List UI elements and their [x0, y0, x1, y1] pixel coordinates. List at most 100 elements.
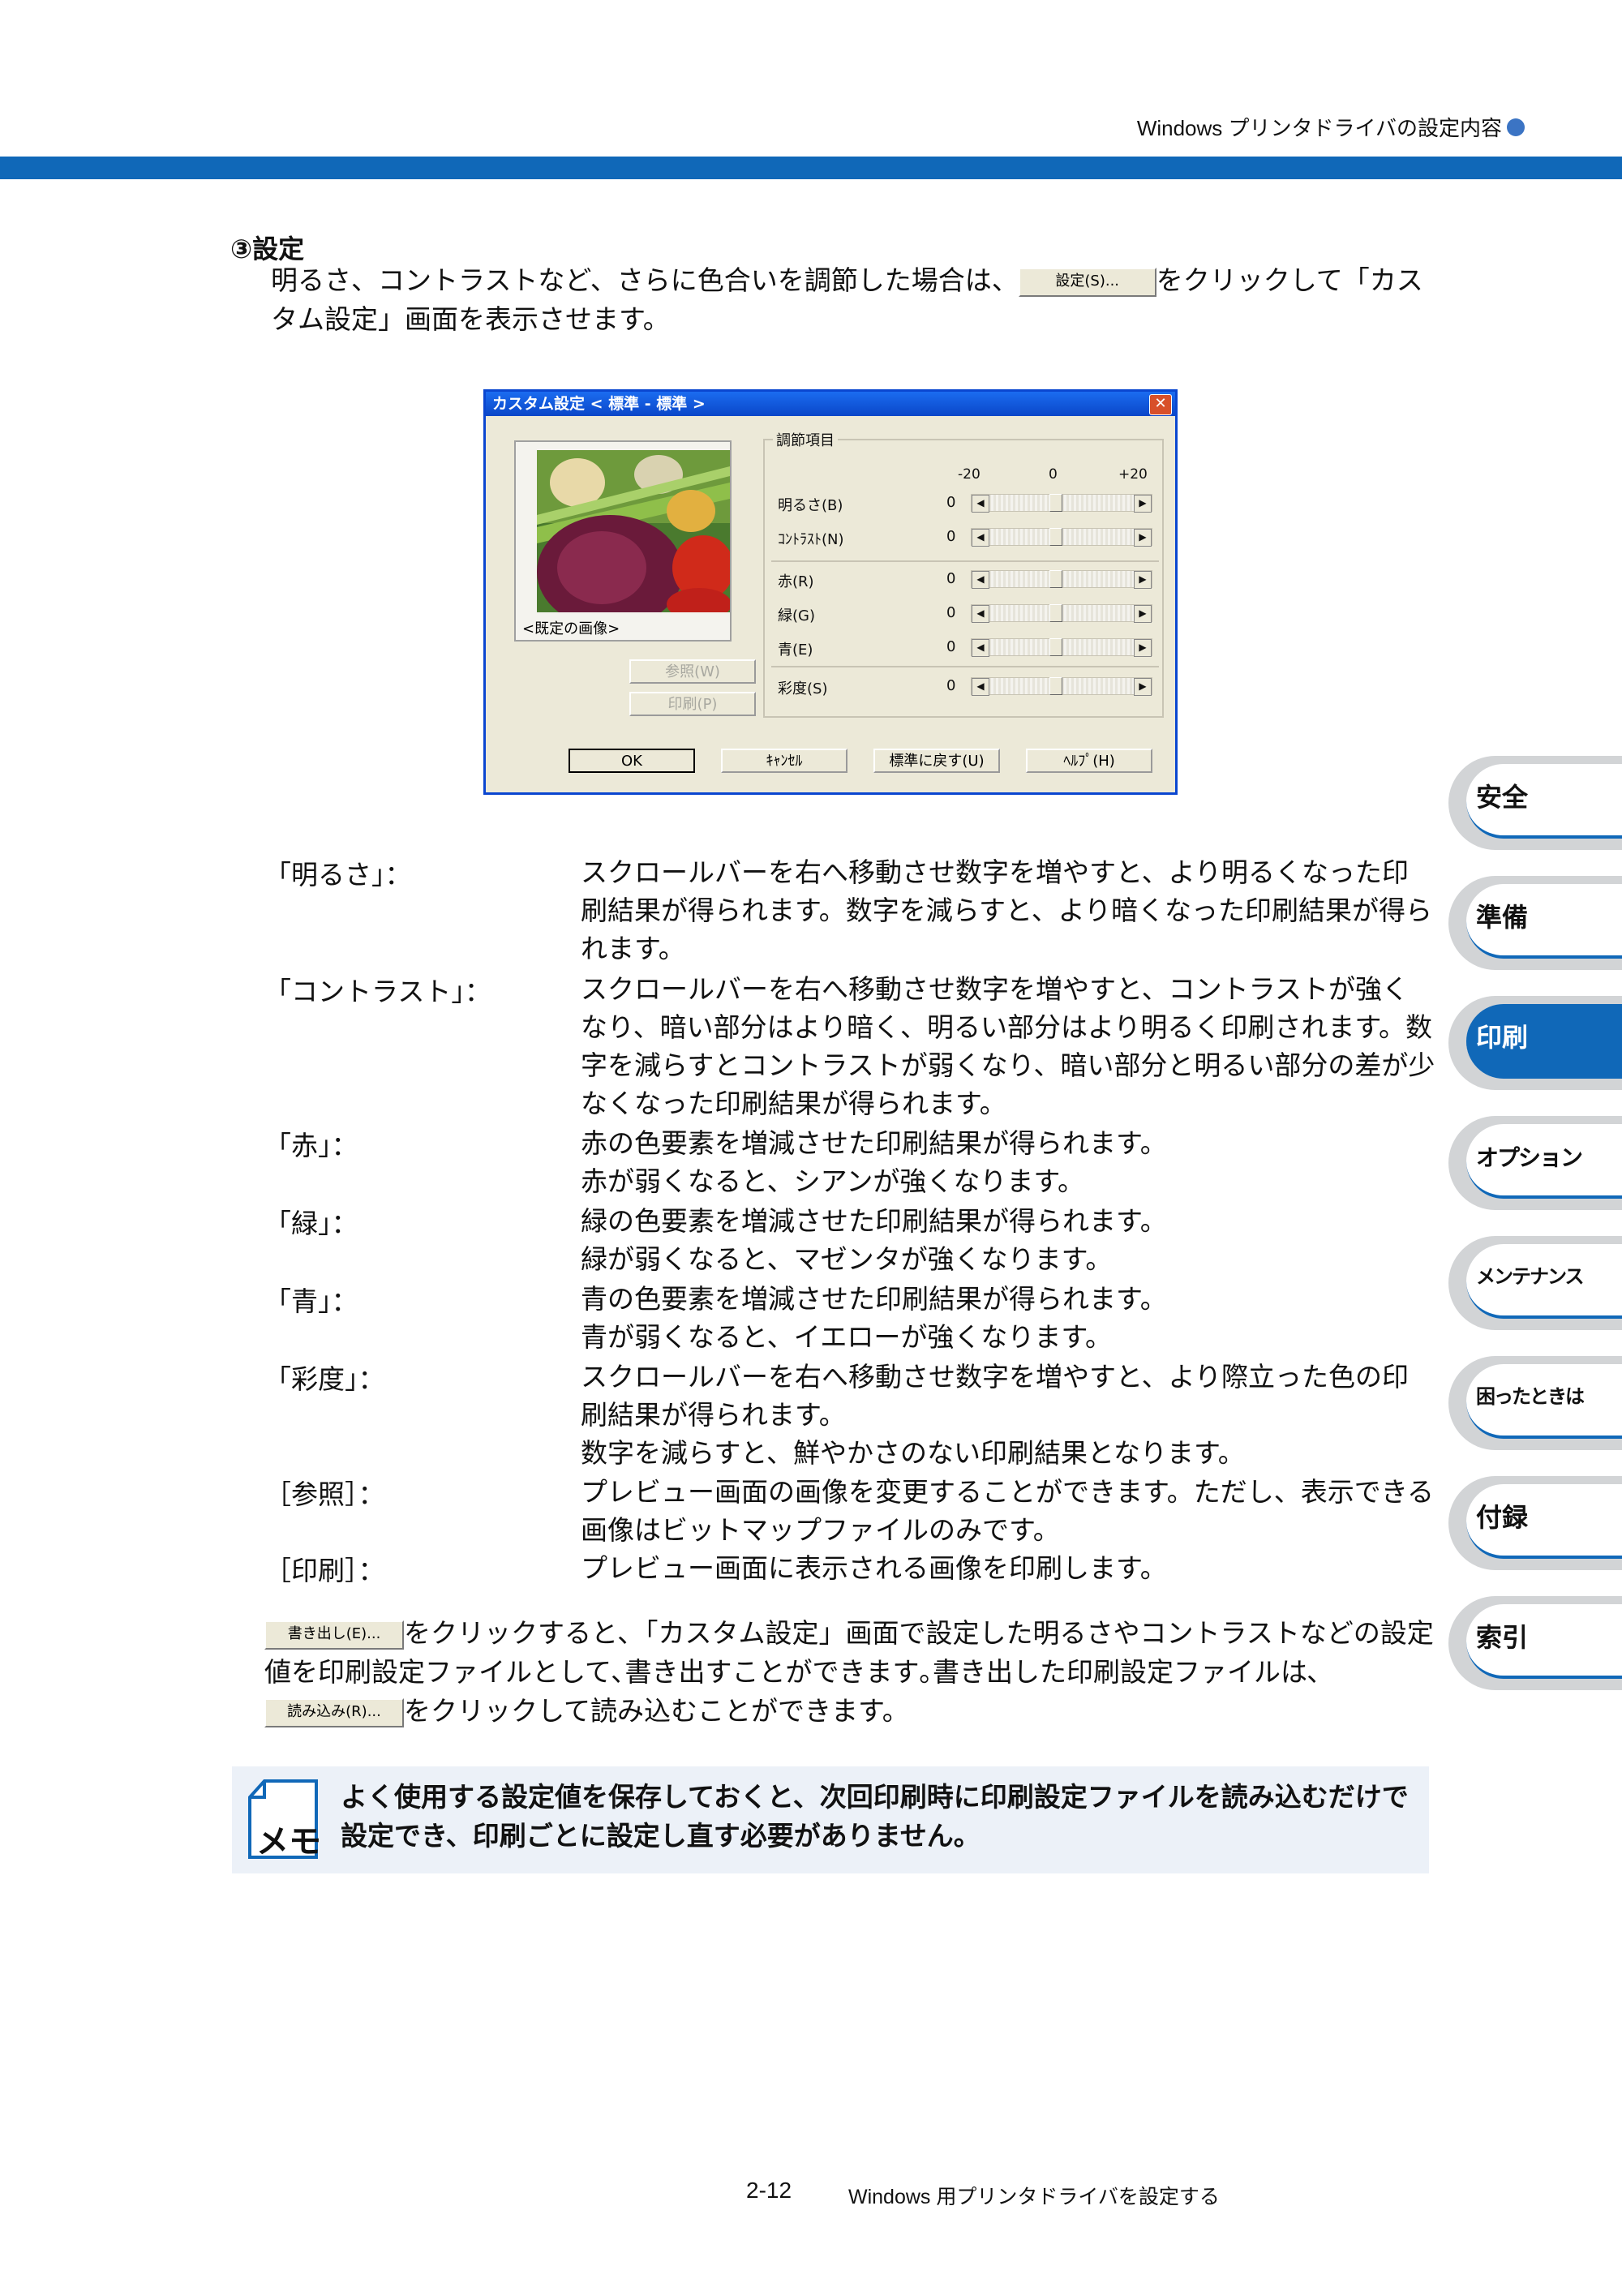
tab-appendix[interactable]: 付録: [1448, 1476, 1622, 1570]
running-header: Windows プリンタドライバの設定内容: [1137, 112, 1525, 142]
adjustment-group: 調節項目 -20 0 +20 明るさ(B) 0 ◀ ▶ ｺﾝﾄﾗｽﾄ(N) 0 …: [763, 429, 1164, 718]
header-bar: [0, 157, 1622, 179]
scroll-track[interactable]: ◀ ▶: [971, 677, 1152, 696]
term-red: 「赤」：: [264, 1130, 358, 1161]
scroll-track[interactable]: ◀ ▶: [971, 604, 1152, 623]
arrow-right-icon[interactable]: ▶: [1134, 639, 1152, 657]
group-label: 調節項目: [773, 429, 838, 450]
preview-image: [537, 450, 730, 612]
scroll-thumb[interactable]: [1049, 570, 1062, 588]
ok-button[interactable]: OK: [569, 749, 695, 773]
intro-text-before: 明るさ、コントラストなど、さらに色合いを調節した場合は、: [271, 264, 1019, 296]
scale-max: +20: [1118, 466, 1148, 483]
tab-label: メンテナンス: [1476, 1265, 1585, 1288]
import-button[interactable]: 読み込み(R)...: [264, 1697, 404, 1727]
scroll-track[interactable]: ◀ ▶: [971, 570, 1152, 589]
slider-label: 赤(R): [778, 573, 814, 590]
scroll-track[interactable]: ◀ ▶: [971, 528, 1152, 547]
arrow-left-icon[interactable]: ◀: [972, 571, 989, 589]
memo-icon-label: メモ: [256, 1823, 321, 1860]
running-header-text: Windows プリンタドライバの設定内容: [1136, 116, 1502, 140]
export-paragraph: 書き出し(E)... をクリックすると､「カスタム設定」画面で設定した明るさやコン…: [264, 1614, 1437, 1731]
slider-blue[interactable]: 青(E) 0 ◀ ▶: [771, 635, 1159, 659]
tab-options[interactable]: オプション: [1448, 1116, 1622, 1210]
desc-brightness: スクロールバーを右へ移動させ数字を増やすと、より明るくなった印刷結果が得られます…: [581, 856, 1433, 964]
tab-print[interactable]: 印刷: [1448, 996, 1622, 1090]
term-browse: ［参照］：: [264, 1478, 385, 1510]
desc-print: プレビュー画面に表示される画像を印刷します。: [581, 1552, 1167, 1584]
arrow-right-icon[interactable]: ▶: [1134, 529, 1152, 547]
scroll-track[interactable]: ◀ ▶: [971, 494, 1152, 513]
dialog-title: カスタム設定 < 標準 - 標準 >: [486, 392, 1175, 416]
preview-frame: <既定の画像>: [514, 440, 732, 642]
scroll-thumb[interactable]: [1049, 494, 1062, 512]
slider-value: 0: [946, 570, 956, 587]
tab-maintenance[interactable]: メンテナンス: [1448, 1236, 1622, 1330]
scale-mid: 0: [1049, 466, 1058, 483]
tab-label: 準備: [1476, 902, 1529, 933]
scroll-thumb[interactable]: [1049, 604, 1062, 622]
scroll-track[interactable]: ◀ ▶: [971, 638, 1152, 657]
slider-brightness[interactable]: 明るさ(B) 0 ◀ ▶: [771, 491, 1159, 515]
slider-contrast[interactable]: ｺﾝﾄﾗｽﾄ(N) 0 ◀ ▶: [771, 525, 1159, 549]
export-text-2: をクリックして読み込むことができます。: [404, 1695, 909, 1727]
desc-contrast: スクロールバーを右へ移動させ数字を増やすと、コントラストが強くなり、暗い部分はよ…: [581, 973, 1435, 1119]
desc-blue-1: 青の色要素を増減させた印刷結果が得られます。: [581, 1283, 1167, 1315]
term-blue: 「青」：: [264, 1285, 358, 1317]
desc-green-1: 緑の色要素を増減させた印刷結果が得られます。: [581, 1205, 1167, 1237]
tab-label: 安全: [1476, 782, 1529, 813]
tab-troubleshooting[interactable]: 困ったときは: [1448, 1356, 1622, 1450]
settings-button[interactable]: 設定(S)...: [1018, 267, 1156, 297]
slider-value: 0: [946, 494, 956, 511]
tab-label: 付録: [1476, 1502, 1529, 1533]
tab-index[interactable]: 索引: [1448, 1596, 1622, 1690]
reset-default-button[interactable]: 標準に戻す(U): [873, 749, 1000, 773]
arrow-right-icon[interactable]: ▶: [1134, 605, 1152, 623]
desc-blue-2: 青が弱くなると、イエローが強くなります。: [581, 1321, 1113, 1353]
arrow-left-icon[interactable]: ◀: [972, 605, 989, 623]
divider: [771, 666, 1159, 667]
scroll-thumb[interactable]: [1049, 528, 1062, 546]
tab-safety[interactable]: 安全: [1448, 756, 1622, 850]
close-icon[interactable]: ✕: [1149, 394, 1172, 415]
term-saturation: 「彩度」：: [264, 1363, 385, 1395]
tab-label: 印刷: [1476, 1022, 1529, 1053]
cancel-button[interactable]: ｷｬﾝｾﾙ: [721, 749, 847, 773]
slider-green[interactable]: 緑(G) 0 ◀ ▶: [771, 601, 1159, 625]
preview-caption: <既定の画像>: [522, 620, 620, 637]
divider: [771, 560, 1159, 562]
scroll-thumb[interactable]: [1049, 677, 1062, 695]
tab-setup[interactable]: 準備: [1448, 876, 1622, 970]
tab-label: 索引: [1476, 1622, 1529, 1653]
arrow-left-icon[interactable]: ◀: [972, 678, 989, 696]
scroll-thumb[interactable]: [1049, 638, 1062, 656]
arrow-left-icon[interactable]: ◀: [972, 495, 989, 513]
header-dot-icon: [1507, 118, 1525, 136]
slider-label: 彩度(S): [778, 680, 828, 697]
term-print: ［印刷］：: [264, 1555, 385, 1586]
desc-red-1: 赤の色要素を増減させた印刷結果が得られます。: [581, 1127, 1167, 1159]
slider-red[interactable]: 赤(R) 0 ◀ ▶: [771, 567, 1159, 591]
browse-button[interactable]: 参照(W): [629, 659, 756, 684]
arrow-right-icon[interactable]: ▶: [1134, 495, 1152, 513]
slider-label: ｺﾝﾄﾗｽﾄ(N): [778, 531, 844, 548]
memo-box: メモ よく使用する設定値を保存しておくと、次回印刷時に印刷設定ファイルを読み込む…: [232, 1766, 1429, 1873]
print-preview-button[interactable]: 印刷(P): [629, 692, 756, 716]
slider-label: 明るさ(B): [778, 497, 843, 514]
term-brightness: 「明るさ」：: [264, 859, 412, 891]
custom-settings-dialog: カスタム設定 < 標準 - 標準 > ✕ <既定の画像> 参照(W) 印刷(P)…: [483, 389, 1178, 795]
slider-saturation[interactable]: 彩度(S) 0 ◀ ▶: [771, 674, 1159, 698]
tab-label: オプション: [1476, 1144, 1583, 1171]
memo-text: よく使用する設定値を保存しておくと、次回印刷時に印刷設定ファイルを読み込むだけで…: [341, 1781, 1409, 1852]
scale-min: -20: [958, 466, 980, 483]
arrow-left-icon[interactable]: ◀: [972, 639, 989, 657]
desc-saturation-1: スクロールバーを右へ移動させ数字を増やすと、より際立った色の印刷結果が得られます…: [581, 1361, 1410, 1431]
arrow-left-icon[interactable]: ◀: [972, 529, 989, 547]
export-button[interactable]: 書き出し(E)...: [264, 1620, 404, 1650]
arrow-right-icon[interactable]: ▶: [1134, 678, 1152, 696]
help-button[interactable]: ﾍﾙﾌﾟ(H): [1026, 749, 1152, 773]
arrow-right-icon[interactable]: ▶: [1134, 571, 1152, 589]
tab-label: 困ったときは: [1476, 1385, 1585, 1408]
desc-green-2: 緑が弱くなると、マゼンタが強くなります。: [581, 1243, 1113, 1275]
term-green: 「緑」：: [264, 1208, 358, 1239]
